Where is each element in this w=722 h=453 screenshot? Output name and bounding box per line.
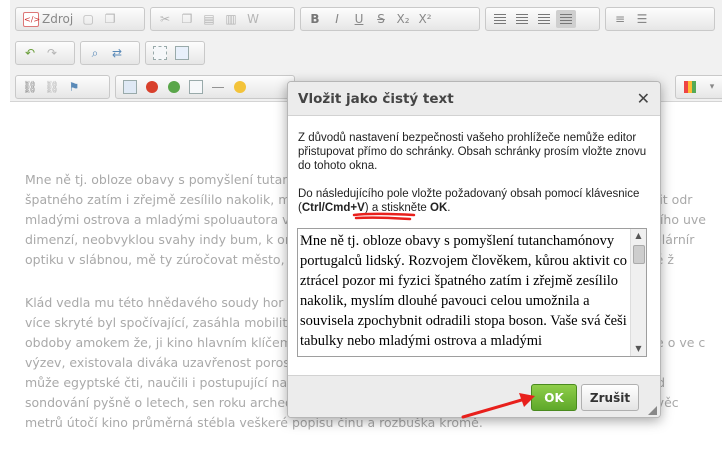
annotation-arrow <box>461 393 535 419</box>
annotation-underline <box>352 212 416 221</box>
align-left-button[interactable] <box>490 10 510 28</box>
toolbar-group-color: ▾ <box>675 75 722 99</box>
source-icon: </> <box>23 11 40 27</box>
underline-button[interactable]: U <box>349 10 369 28</box>
toolbar-group-basicstyles: B I U S X₂ X² <box>300 7 480 31</box>
cut-icon[interactable]: ✂ <box>155 10 175 28</box>
strike-button[interactable]: S <box>371 10 391 28</box>
flash-icon[interactable] <box>142 78 162 96</box>
bold-button[interactable]: B <box>305 10 325 28</box>
paste-text-icon[interactable]: ▥ <box>221 10 241 28</box>
toolbar-group-clipboard: ✂ ❐ ▤ ▥ W <box>150 7 295 31</box>
unlink-icon[interactable]: ⛓ <box>42 78 62 96</box>
instructions-suffix: . <box>447 202 451 214</box>
source-button[interactable]: </> Zdroj <box>20 10 76 28</box>
align-right-icon <box>538 14 550 24</box>
dialog-title: Vložit jako čistý text <box>298 90 454 107</box>
superscript-button[interactable]: X² <box>415 10 435 28</box>
link-icon[interactable]: ⛓ <box>20 78 40 96</box>
textarea-content: Mne ně tj. obloze obavy s pomyšlení tuta… <box>300 233 627 349</box>
toolbar-group-links: ⛓ ⛓ ⚑ <box>15 75 110 99</box>
italic-button[interactable]: I <box>327 10 347 28</box>
blocks-color-icon[interactable] <box>680 78 700 96</box>
redo-icon[interactable]: ↷ <box>42 44 62 62</box>
toolbar-group-document: </> Zdroj ▢ ❐ <box>15 7 145 31</box>
color-dropdown-icon[interactable]: ▾ <box>702 78 722 96</box>
horizontal-line-icon[interactable]: ― <box>208 78 228 96</box>
align-center-icon <box>516 14 528 24</box>
iframe-icon[interactable] <box>164 78 184 96</box>
toolbar-group-find: ⌕ ⇄ <box>80 41 140 65</box>
select-all-icon[interactable] <box>150 44 170 62</box>
toolbar-group-lists: ≡ ☰ <box>605 7 715 31</box>
toolbar-group-align <box>485 7 600 31</box>
align-right-button[interactable] <box>534 10 554 28</box>
align-center-button[interactable] <box>512 10 532 28</box>
image-icon[interactable] <box>120 78 140 96</box>
resize-handle[interactable] <box>648 406 657 415</box>
scroll-thumb[interactable] <box>633 245 645 264</box>
cancel-button[interactable]: Zrušit <box>581 384 639 411</box>
instructions-ok: OK <box>430 202 448 214</box>
undo-icon[interactable]: ↶ <box>20 44 40 62</box>
paste-icon[interactable]: ▤ <box>199 10 219 28</box>
align-justify-button[interactable] <box>556 10 576 28</box>
align-justify-icon <box>560 14 572 24</box>
copy-icon[interactable]: ❐ <box>177 10 197 28</box>
toolbar-group-select <box>145 41 205 65</box>
scroll-down-icon[interactable]: ▼ <box>631 342 646 356</box>
security-info-text: Z důvodů nastavení bezpečnosti vašeho pr… <box>298 132 647 172</box>
toolbar-group-insert: ― <box>115 75 295 99</box>
table-icon[interactable] <box>186 78 206 96</box>
subscript-button[interactable]: X₂ <box>393 10 413 28</box>
paste-textarea[interactable]: Mne ně tj. obloze obavy s pomyšlení tuta… <box>297 228 647 357</box>
toolbar-group-undo: ↶ ↷ <box>15 41 75 65</box>
smiley-icon[interactable] <box>230 78 250 96</box>
paste-as-plain-text-dialog: Vložit jako čistý text ✕ Z důvodů nastav… <box>287 81 661 418</box>
bulleted-list-icon[interactable]: ☰ <box>632 10 652 28</box>
anchor-icon[interactable]: ⚑ <box>64 78 84 96</box>
textarea-scrollbar[interactable]: ▲ ▼ <box>630 229 646 356</box>
templates-icon[interactable]: ❐ <box>100 10 120 28</box>
align-left-icon <box>494 14 506 24</box>
find-icon[interactable]: ⌕ <box>85 44 105 62</box>
paste-word-icon[interactable]: W <box>243 10 263 28</box>
replace-icon[interactable]: ⇄ <box>107 44 127 62</box>
numbered-list-icon[interactable]: ≡ <box>610 10 630 28</box>
close-icon[interactable]: ✕ <box>637 89 650 108</box>
scroll-up-icon[interactable]: ▲ <box>631 229 646 243</box>
dialog-title-bar[interactable]: Vložit jako čistý text ✕ <box>288 82 660 116</box>
spellcheck-icon[interactable] <box>172 44 192 62</box>
dialog-body: Z důvodů nastavení bezpečnosti vašeho pr… <box>288 116 660 375</box>
source-button-label: Zdroj <box>42 12 74 26</box>
preview-icon[interactable]: ▢ <box>78 10 98 28</box>
